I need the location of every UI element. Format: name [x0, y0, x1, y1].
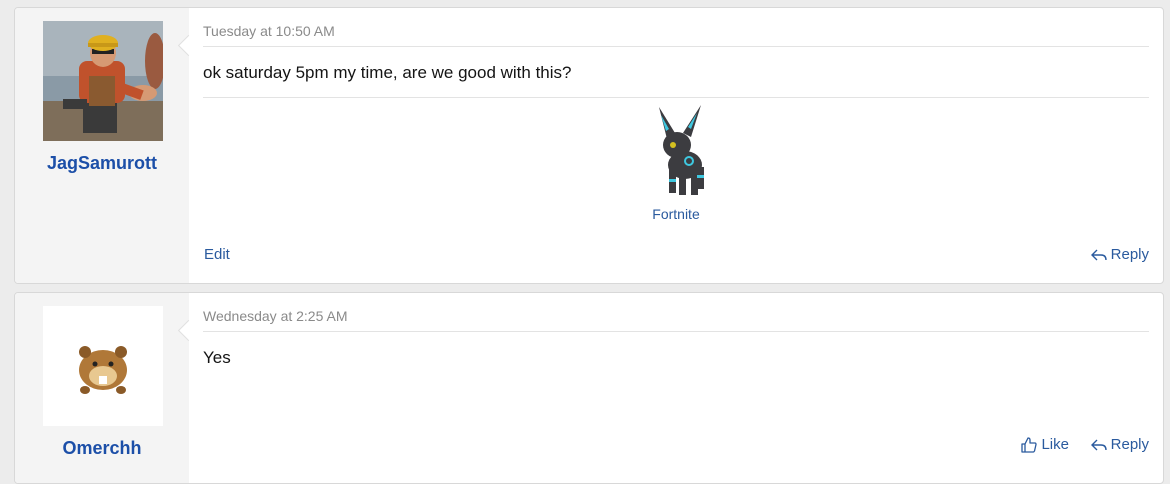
post: JagSamurott Tuesday at 10:50 AM ok satur… — [14, 7, 1164, 284]
message-body: ok saturday 5pm my time, are we good wit… — [203, 63, 572, 82]
thumbs-up-icon — [1021, 436, 1038, 453]
engineer-avatar-icon[interactable] — [43, 21, 163, 141]
post-date-link[interactable]: Tuesday at 10:50 AM — [203, 23, 335, 39]
like-button[interactable]: Like — [1021, 436, 1069, 453]
divider — [203, 331, 1149, 332]
reply-label: Reply — [1110, 246, 1149, 263]
signature: Fortnite — [203, 103, 1149, 222]
edit-button[interactable]: Edit — [204, 246, 230, 263]
reply-icon — [1090, 249, 1107, 260]
reply-label: Reply — [1110, 436, 1149, 453]
like-label: Like — [1041, 436, 1069, 453]
signature-link[interactable]: Fortnite — [203, 206, 1149, 222]
post-date-link[interactable]: Wednesday at 2:25 AM — [203, 308, 348, 324]
divider — [203, 46, 1149, 47]
reply-icon — [1090, 439, 1107, 450]
user-cell: JagSamurott — [15, 8, 189, 283]
bidoof-avatar-icon[interactable] — [43, 306, 163, 426]
user-cell: Omerchh — [15, 293, 189, 483]
reply-button[interactable]: Reply — [1090, 246, 1149, 263]
message-cell: Tuesday at 10:50 AM ok saturday 5pm my t… — [203, 8, 1149, 283]
umbreon-sprite-icon — [639, 103, 713, 199]
reply-button[interactable]: Reply — [1090, 436, 1149, 453]
username-link[interactable]: Omerchh — [15, 438, 189, 459]
message-body: Yes — [203, 348, 231, 367]
post: Omerchh Wednesday at 2:25 AM Yes Like Re… — [14, 292, 1164, 484]
signature-divider — [203, 97, 1149, 98]
message-cell: Wednesday at 2:25 AM Yes Like Reply — [203, 293, 1149, 483]
username-link[interactable]: JagSamurott — [15, 153, 189, 174]
